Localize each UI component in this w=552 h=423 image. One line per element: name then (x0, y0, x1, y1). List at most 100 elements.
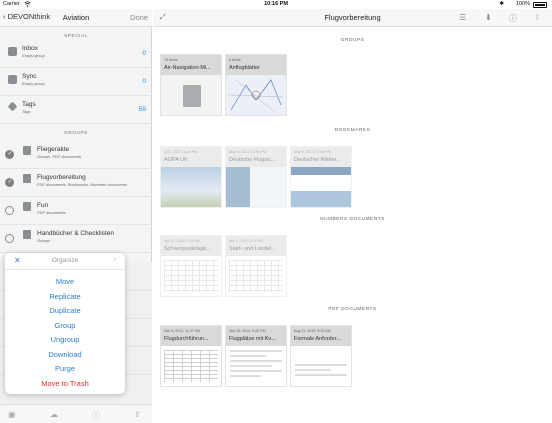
sidebar-group-handbuecher[interactable]: Handbücher & Checklisten Groups (0, 225, 152, 253)
bookmark-card[interactable]: Jul 2, 2015, 8:24 PM AOPA UK (160, 146, 222, 208)
card-thumbnail (226, 346, 286, 386)
list-view-icon[interactable]: ☰ (459, 13, 466, 22)
group-card[interactable]: 15 items Air-Navigation-Mi... (160, 54, 222, 116)
clock-label: 10:16 PM (264, 1, 288, 7)
duplicate-button[interactable]: Duplicate (5, 306, 125, 315)
replicate-button[interactable]: Replicate (5, 292, 125, 301)
groups-section-header: GROUPS (340, 38, 365, 43)
folder-icon (23, 230, 31, 239)
share-icon[interactable]: ⇪ (534, 13, 541, 22)
card-title: Deutscher Wetter... (294, 157, 341, 163)
battery-percent: 100% (515, 1, 530, 7)
card-title: Flugplätze mit Ku... (229, 336, 277, 342)
document-stack-icon (180, 85, 201, 109)
battery-icon (533, 2, 547, 8)
status-bar: Carrier 10:16 PM ✱ 100% (0, 0, 552, 9)
card-header: May 6, 2014, 11:46 PM Deutscher Wetter..… (291, 147, 351, 167)
group-label: Fliegerakte (37, 146, 70, 153)
sidebar-item-subtitle: Empty group (22, 53, 45, 58)
group-subtitle: Groups (37, 238, 51, 243)
group-label: Fun (37, 202, 49, 209)
card-thumbnail (291, 346, 351, 386)
cloud-icon[interactable]: ☁ (50, 410, 58, 419)
card-title: Schwerpunktlage... (164, 246, 211, 252)
ungroup-button[interactable]: Ungroup (5, 335, 125, 344)
folder-icon (23, 202, 31, 211)
sidebar-group-fun[interactable]: Fun PDF documents (0, 197, 152, 225)
sidebar-item-count: 0 (142, 50, 146, 57)
card-meta: Jul 2, 2015, 8:24 PM (164, 150, 197, 154)
card-header: 8 items Anflugblätter (226, 55, 286, 75)
download-button[interactable]: Download (5, 350, 125, 359)
share-icon[interactable]: ⇪ (134, 410, 141, 419)
sidebar-item-subtitle: Empty group (22, 81, 45, 86)
sidebar-item-label: Tags (22, 101, 36, 108)
card-header: Aug 31, 2015, 9:13 AM Formale Anforder..… (291, 326, 351, 346)
pdf-card[interactable]: Mar 5, 2014, 11:27 AM Flugdurchführun... (160, 325, 222, 387)
selection-checkbox[interactable] (5, 234, 14, 243)
numbers-card[interactable]: Apr 7, 2014, 2:07 PM Start- und Landel..… (225, 235, 287, 297)
sidebar-nav-bar: ‹ DEVONthink Aviation Done (0, 9, 152, 27)
pdf-card[interactable]: Aug 31, 2015, 9:13 AM Formale Anforder..… (290, 325, 352, 387)
done-button[interactable]: Done (130, 13, 148, 22)
organize-popover: ✕ Organize › Move Replicate Duplicate Gr… (5, 253, 125, 394)
sidebar-item-inbox[interactable]: Inbox Empty group 0 (0, 40, 152, 68)
pdf-section-header: PDF DOCUMENTS (328, 307, 377, 312)
card-header: Apr 7, 2014, 2:07 PM Start- und Landel..… (226, 236, 286, 256)
bookmark-card[interactable]: May 6, 2014, 11:46 PM Deutscher Wetter..… (290, 146, 352, 208)
sidebar-group-flugvorbereitung[interactable]: Flugvorbereitung PDF documents, Bookmark… (0, 169, 152, 197)
card-thumbnail (226, 256, 286, 296)
card-title: AOPA UK (164, 157, 188, 163)
group-subtitle: Groups, PDF documents (37, 154, 81, 159)
sync-icon (8, 75, 17, 84)
main-nav-bar: ⤢ Flugvorbereitung ☰ ⬇ ⓘ ⇪ (153, 9, 552, 27)
move-to-trash-button[interactable]: Move to Trash (5, 379, 125, 388)
map-thumbnail (226, 75, 286, 115)
bookmark-card[interactable]: May 6, 2014, 11:46 PM Deutsche Flugsic..… (225, 146, 287, 208)
card-header: 15 items Air-Navigation-Mi... (161, 55, 221, 75)
inbox-tray-icon[interactable]: ⬇ (485, 13, 492, 22)
chevron-right-icon[interactable]: › (114, 256, 116, 263)
card-title: Anflugblätter (229, 65, 260, 71)
card-meta: 8 items (229, 58, 241, 62)
info-icon[interactable]: ⓘ (509, 13, 517, 24)
bluetooth-icon: ✱ (499, 1, 504, 7)
sidebar-item-tags[interactable]: Tags Tags 59 (0, 96, 152, 124)
spreadsheet-thumbnail (164, 260, 218, 292)
selection-checkbox[interactable] (5, 150, 14, 159)
card-meta: Apr 7, 2014, 2:07 PM (229, 239, 263, 243)
sidebar-item-sync[interactable]: Sync Empty group 0 (0, 68, 152, 96)
groups-section-header: GROUPS (64, 131, 88, 136)
organize-icon[interactable]: ▣ (8, 410, 16, 419)
info-icon[interactable]: ⓘ (92, 410, 100, 421)
card-title: Flugdurchführun... (164, 336, 209, 342)
special-section-header: SPECIAL (64, 34, 88, 39)
card-thumbnail (161, 256, 221, 296)
purge-button[interactable]: Purge (5, 364, 125, 373)
sidebar-item-count: 59 (138, 106, 146, 113)
card-header: May 6, 2014, 11:46 PM Deutsche Flugsic..… (226, 147, 286, 167)
group-label: Flugvorbereitung (37, 174, 86, 181)
pdf-text-thumbnail (295, 364, 347, 379)
website-thumbnail (226, 167, 286, 207)
selection-checkbox[interactable] (5, 206, 14, 215)
card-meta: May 6, 2014, 11:46 PM (294, 150, 331, 154)
folder-icon (23, 174, 31, 183)
card-meta: May 6, 2014, 11:46 PM (229, 150, 266, 154)
group-subtitle: PDF documents (37, 210, 66, 215)
numbers-card[interactable]: Apr 31, 2015, 7:34 AM Schwerpunktlage... (160, 235, 222, 297)
sidebar-group-fliegerakte[interactable]: Fliegerakte Groups, PDF documents (0, 141, 152, 169)
pdf-card[interactable]: Mar 25, 2014, 5:22 PM Flugplätze mit Ku.… (225, 325, 287, 387)
group-subtitle: PDF documents, Bookmarks, Numbers docume… (37, 182, 127, 187)
selection-checkbox[interactable] (5, 178, 14, 187)
move-button[interactable]: Move (5, 277, 125, 286)
website-thumbnail (291, 167, 351, 207)
group-card[interactable]: 8 items Anflugblätter (225, 54, 287, 116)
sidebar-item-count: 0 (142, 78, 146, 85)
aircraft-image (161, 167, 221, 207)
card-meta: Mar 5, 2014, 11:27 AM (164, 329, 201, 333)
group-button[interactable]: Group (5, 321, 125, 330)
popover-title: Organize (51, 257, 79, 264)
card-header: Mar 25, 2014, 5:22 PM Flugplätze mit Ku.… (226, 326, 286, 346)
sidebar-item-label: Sync (22, 73, 37, 80)
